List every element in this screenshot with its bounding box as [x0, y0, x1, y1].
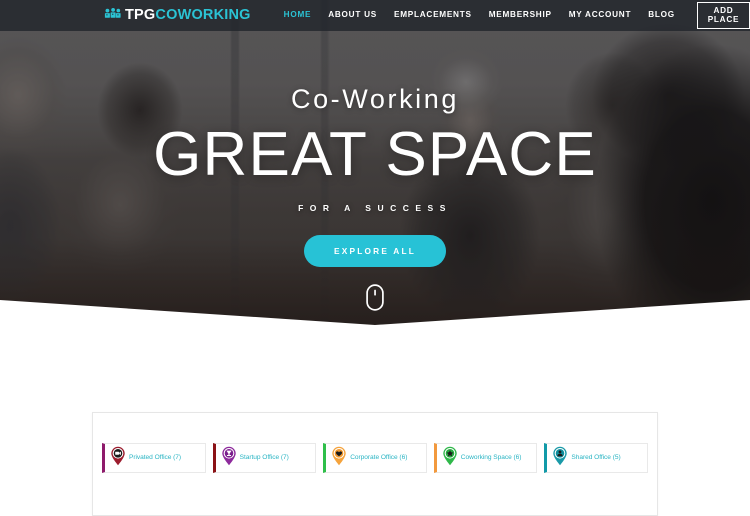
- category-card-privated-office[interactable]: Privated Office (7): [102, 443, 206, 473]
- category-card-coworking-space[interactable]: Coworking Space (6): [433, 443, 538, 473]
- category-card-startup-office[interactable]: Startup Office (7): [212, 443, 317, 473]
- nav-item-home[interactable]: HOME: [284, 11, 312, 19]
- nav-item-membership[interactable]: MEMBERSHIP: [489, 11, 552, 19]
- video-camera-pin-icon: [110, 446, 126, 471]
- hero-overlay-tint: [0, 0, 750, 330]
- category-label: Coworking Space (6): [460, 453, 522, 461]
- category-label: Privated Office (7): [129, 453, 182, 461]
- add-place-button[interactable]: ADD PLACE: [696, 2, 750, 29]
- logo-text-primary: TPG: [125, 7, 156, 24]
- logo-text-secondary: COWORKING: [155, 7, 251, 24]
- category-label: Startup Office (7): [239, 453, 289, 461]
- people-group-icon: [104, 7, 121, 25]
- nav-item-about-us[interactable]: ABOUT US: [328, 11, 377, 19]
- main-navigation: HOME ABOUT US EMPLACEMENTS MEMBERSHIP MY…: [284, 2, 750, 29]
- site-header: TPGCOWORKING HOME ABOUT US EMPLACEMENTS …: [0, 0, 750, 31]
- star-pin-icon: [442, 446, 458, 471]
- category-label: Shared Office (5): [571, 453, 621, 461]
- person-pin-icon: [552, 446, 568, 471]
- explore-all-button[interactable]: EXPLORE ALL: [304, 234, 446, 267]
- category-panel: Privated Office (7) Startup Office (7) C…: [92, 412, 658, 516]
- site-logo[interactable]: TPGCOWORKING: [104, 7, 251, 25]
- category-card-corporate-office[interactable]: Corporate Office (6): [323, 443, 427, 473]
- nav-item-my-account[interactable]: MY ACCOUNT: [569, 11, 632, 19]
- nav-item-blog[interactable]: BLOG: [648, 11, 675, 19]
- category-label: Corporate Office (6): [350, 453, 408, 461]
- category-list: Privated Office (7) Startup Office (7) C…: [102, 443, 648, 473]
- mouse-scroll-icon[interactable]: [366, 284, 384, 316]
- nav-item-emplacements[interactable]: EMPLACEMENTS: [394, 11, 472, 19]
- category-card-shared-office[interactable]: Shared Office (5): [544, 443, 648, 473]
- trophy-pin-icon: [221, 446, 237, 471]
- heart-pin-icon: [331, 446, 347, 471]
- hero-section: [0, 0, 750, 330]
